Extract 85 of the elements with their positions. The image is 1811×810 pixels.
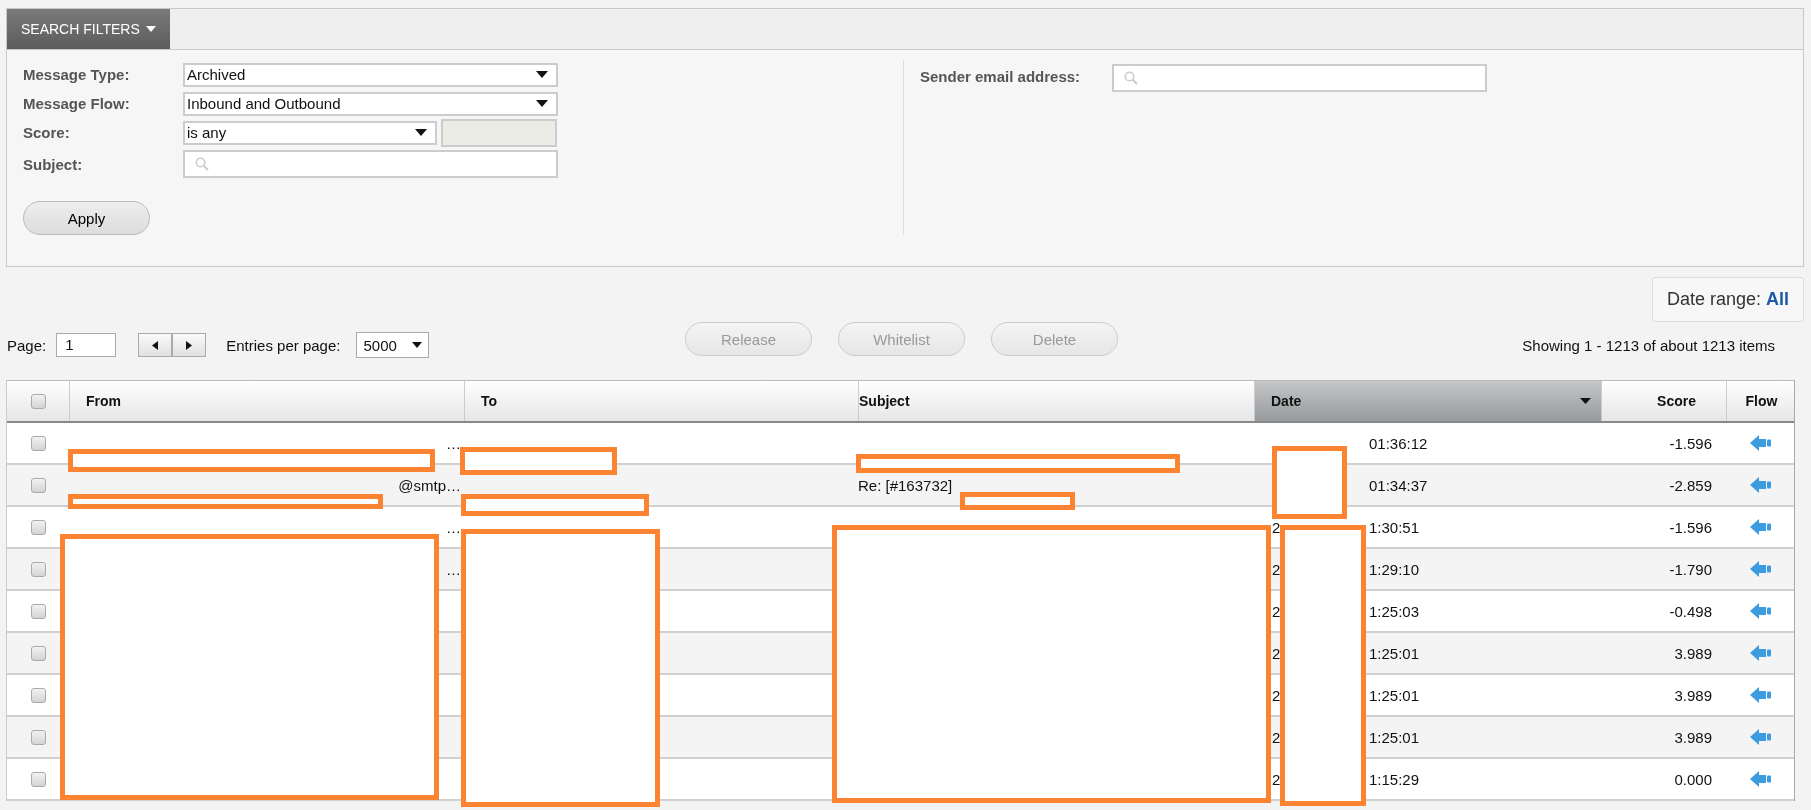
apply-button[interactable]: Apply [23, 201, 150, 235]
caret-icon [536, 71, 548, 78]
column-header[interactable]: Score [1601, 381, 1726, 421]
row-checkbox[interactable] [30, 729, 46, 745]
search-filters-tab[interactable]: SEARCH FILTERS [7, 9, 170, 49]
row-checkbox[interactable] [30, 519, 46, 535]
previous-page-button[interactable] [138, 333, 173, 357]
row-checkbox[interactable] [30, 771, 46, 787]
score-value: -2.859 [1669, 476, 1712, 494]
arrow-left-icon [1750, 687, 1772, 703]
dropdown[interactable]: Archived [183, 62, 558, 87]
row-checkbox[interactable] [30, 603, 46, 619]
score-value: 3.989 [1674, 644, 1712, 662]
row-checkbox[interactable] [30, 561, 46, 577]
arrow-left-icon [1750, 435, 1772, 451]
page-label: Page: [7, 336, 47, 354]
sender-address: @smtp… [398, 476, 461, 494]
field-label: Message Type: [23, 66, 131, 83]
caret-icon [415, 129, 427, 136]
sender-search-field[interactable] [1112, 64, 1488, 92]
column-header[interactable]: To [464, 381, 858, 421]
field-label: Subject: [23, 155, 84, 173]
time-text: 1:29:10 [1369, 560, 1420, 578]
column-header[interactable]: From [69, 381, 464, 421]
score-value: -0.498 [1669, 602, 1712, 620]
caret-icon [412, 342, 423, 348]
column-header[interactable]: Flow [1726, 381, 1796, 421]
entries-label: Entries per page: [226, 336, 341, 354]
score-value: -1.596 [1669, 434, 1712, 452]
time-text: 01:34:37 [1369, 476, 1428, 494]
time-text: 1:25:01 [1369, 728, 1420, 746]
arrow-left-icon [1750, 561, 1772, 577]
sender-address: … [446, 434, 461, 452]
row-checkbox[interactable] [30, 435, 46, 451]
next-page-button[interactable] [172, 333, 207, 357]
sender-address: … [446, 560, 461, 578]
arrow-left-icon [1750, 477, 1772, 493]
right-triangle-icon [186, 340, 193, 350]
select-all-checkbox[interactable] [30, 393, 46, 409]
date-text: 2 [1272, 686, 1281, 704]
dropdown[interactable]: is any [183, 120, 437, 145]
score-value: -1.790 [1669, 560, 1712, 578]
entries-dropdown[interactable]: 5000 [356, 332, 430, 358]
field-label: Message Flow: [23, 95, 131, 112]
row-checkbox[interactable] [30, 645, 46, 661]
caret-icon [145, 26, 156, 32]
time-text: 1:15:29 [1369, 770, 1420, 788]
page-field[interactable]: 1 [56, 333, 117, 357]
date-text: 2 [1272, 602, 1281, 620]
arrow-left-icon [1750, 603, 1772, 619]
score-value: -1.596 [1669, 518, 1712, 536]
arrow-left-icon [1750, 729, 1772, 745]
time-text: 1:30:51 [1369, 518, 1420, 536]
time-text: 1:25:01 [1369, 644, 1420, 662]
date-text: 2 [1272, 518, 1281, 536]
time-text: 1:25:01 [1369, 686, 1420, 704]
date-text: 2 [1272, 560, 1281, 578]
row-checkbox[interactable] [30, 477, 46, 493]
arrow-left-icon [1750, 645, 1772, 661]
date-text: 2 [1272, 644, 1281, 662]
arrow-left-icon [1750, 519, 1772, 535]
date-text: 2 [1272, 728, 1281, 746]
field-label: Sender email address: [920, 68, 1081, 85]
time-text: 1:25:03 [1369, 602, 1420, 620]
date-text: 2 [1272, 770, 1281, 788]
subject-search-field[interactable] [183, 150, 558, 178]
time-text: 01:36:12 [1369, 434, 1428, 452]
row-checkbox[interactable] [30, 687, 46, 703]
column-header[interactable]: Date [1254, 381, 1601, 421]
date-range-button[interactable]: Date range: All [1651, 277, 1804, 322]
score-value: 0.000 [1674, 770, 1712, 788]
sender-address: … [446, 518, 461, 536]
search-icon [1124, 71, 1139, 85]
score-value: 3.989 [1674, 686, 1712, 704]
caret-icon [536, 100, 548, 107]
field-label: Score: [23, 124, 71, 141]
score-value: 3.989 [1674, 728, 1712, 746]
sort-caret-icon [1580, 398, 1591, 404]
score-field[interactable] [441, 118, 557, 147]
search-icon [195, 157, 209, 171]
left-triangle-icon [152, 340, 159, 350]
subject-text: Re: [#163732] [858, 476, 953, 494]
arrow-left-icon [1750, 771, 1772, 787]
result-count: Showing 1 - 1213 of about 1213 items [1522, 336, 1775, 354]
dropdown[interactable]: Inbound and Outbound [183, 91, 558, 116]
